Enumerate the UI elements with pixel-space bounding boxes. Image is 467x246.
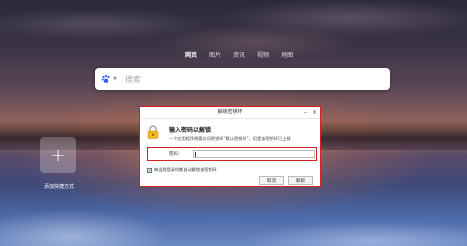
tab-videos[interactable]: 视频	[257, 50, 269, 59]
password-label: 密码：	[169, 152, 183, 157]
cancel-button[interactable]: 取消	[259, 176, 284, 185]
search-input[interactable]	[122, 73, 390, 85]
tab-web[interactable]: 网页	[185, 50, 197, 59]
dialog-titlebar: 解锁密钥环 – ×	[140, 107, 320, 119]
dialog-title: 解锁密钥环	[217, 109, 243, 115]
auto-unlock-checkbox[interactable]: ✔	[147, 167, 152, 173]
close-icon[interactable]: ×	[312, 107, 317, 118]
auto-unlock-option[interactable]: ✔ 每当我登录时都自动解锁该密钥环	[147, 167, 217, 173]
minimize-icon[interactable]: –	[304, 107, 307, 118]
unlock-button[interactable]: 解锁	[288, 176, 313, 185]
engine-dropdown-icon[interactable]: ▼	[113, 76, 117, 82]
wallpaper-clouds	[0, 0, 467, 120]
auto-unlock-label: 每当我登录时都自动解锁该密钥环	[154, 167, 217, 172]
lock-icon	[147, 125, 159, 139]
text-cursor	[195, 152, 196, 157]
add-shortcut-button[interactable]: +	[40, 137, 76, 173]
unlock-keyring-dialog: 解锁密钥环 – × 输入密码以解锁 一个应用程序想要访问密钥环“默认密钥环”，但…	[139, 106, 321, 187]
password-row-highlight: 密码：	[147, 147, 317, 161]
password-field[interactable]	[193, 150, 315, 158]
tab-news[interactable]: 资讯	[233, 50, 245, 59]
baidu-paw-icon[interactable]	[101, 74, 111, 84]
search-category-tabs: 网页 图片 资讯 视频 地图	[185, 50, 293, 59]
add-shortcut-label: 添加快捷方式	[43, 184, 74, 190]
tab-images[interactable]: 图片	[209, 50, 221, 59]
dialog-description: 一个应用程序想要访问密钥环“默认密钥环”，但是该密钥环已上锁	[169, 136, 291, 141]
tab-maps[interactable]: 地图	[281, 50, 293, 59]
plus-icon: +	[50, 144, 66, 166]
dialog-heading: 输入密码以解锁	[169, 127, 212, 134]
search-box: ▼	[95, 68, 390, 90]
